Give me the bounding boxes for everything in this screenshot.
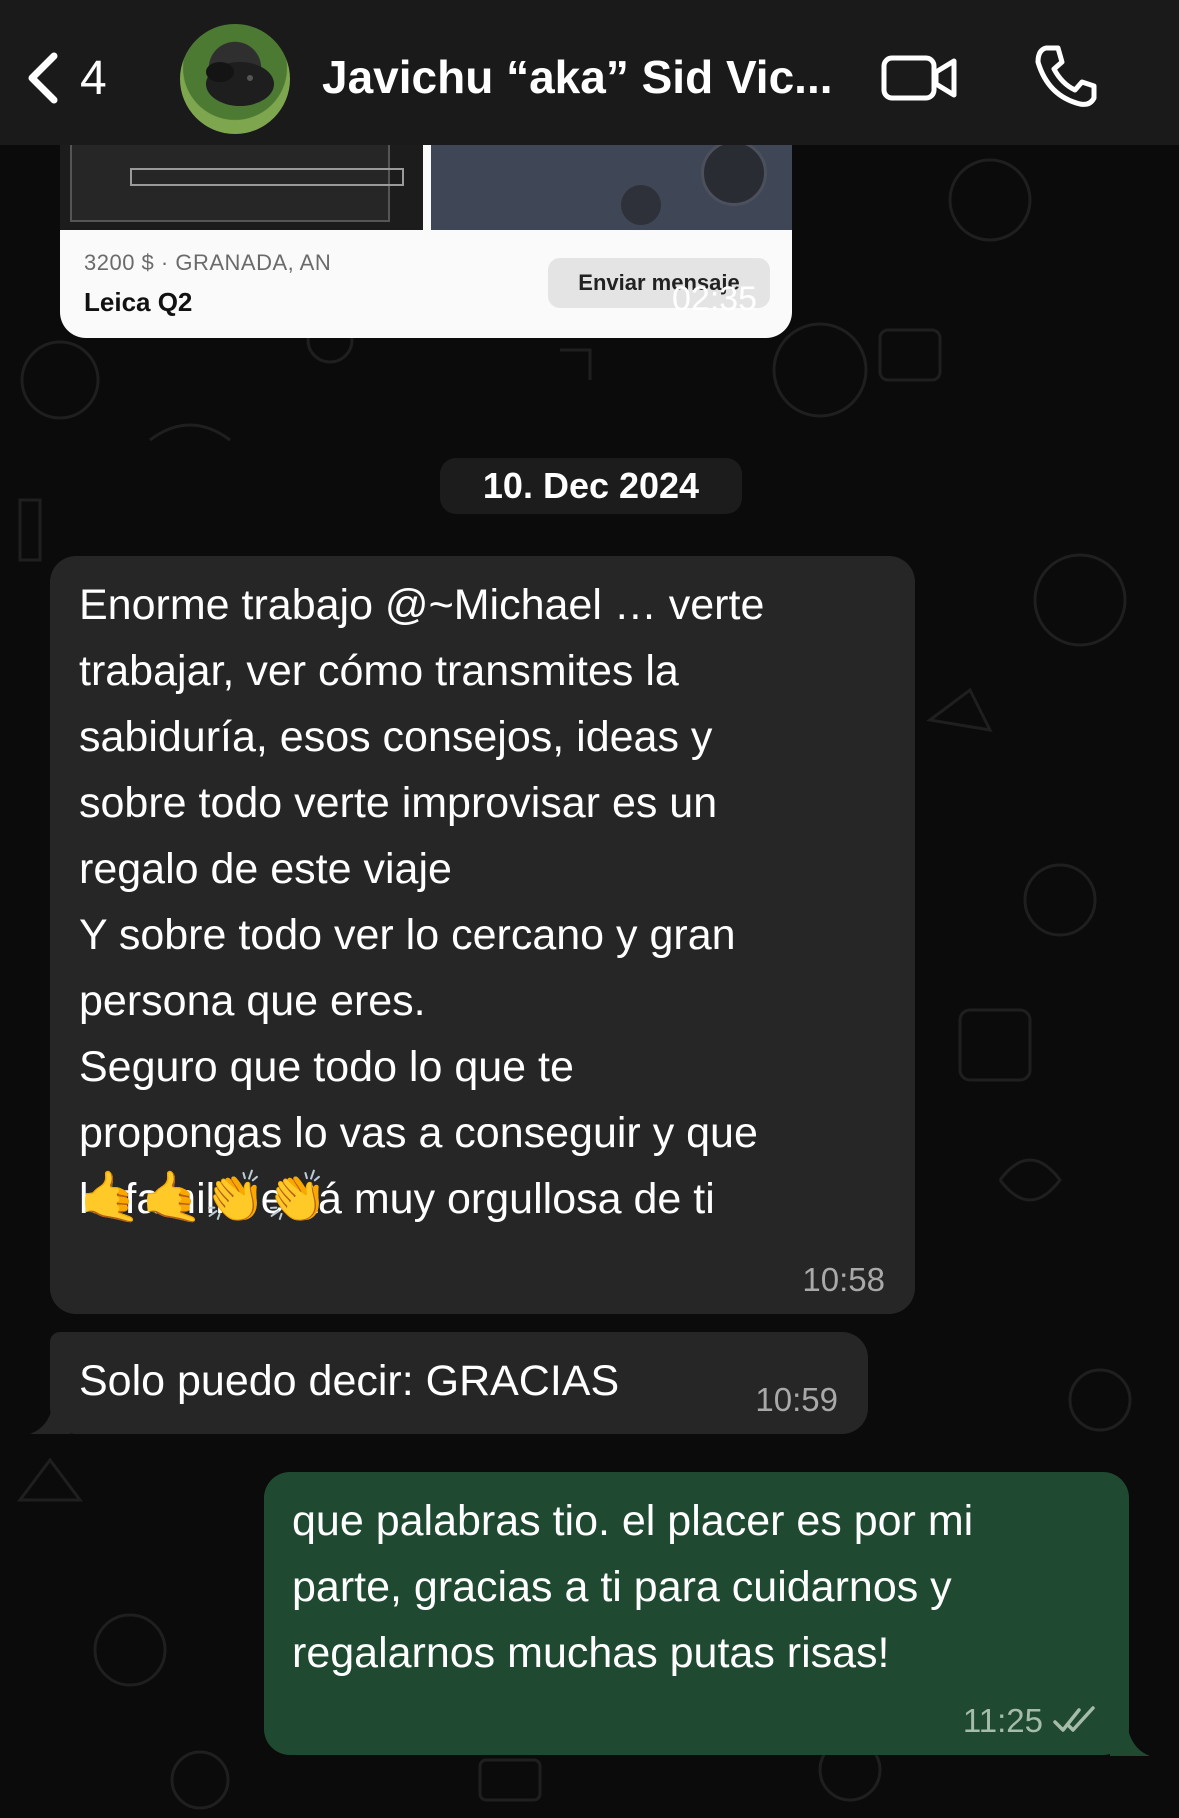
avatar[interactable] — [180, 24, 290, 134]
incoming-message[interactable]: Solo puedo decir: GRACIAS 10:59 — [50, 1332, 868, 1434]
chevron-left-icon — [28, 52, 58, 104]
product-price-location: 3200 $ · GRANADA, AN — [84, 250, 332, 275]
unread-count: 4 — [80, 51, 107, 105]
chat-header: 4 Javichu “aka” Sid Vic... — [0, 0, 1179, 145]
bubble-tail — [1110, 1716, 1150, 1756]
product-title: Leica Q2 — [84, 287, 193, 317]
dog-photo — [206, 62, 274, 106]
video-camera-icon — [881, 55, 957, 101]
back-button[interactable]: 4 — [22, 48, 142, 108]
date-separator: 10. Dec 2024 — [440, 458, 742, 514]
voice-call-button[interactable] — [1030, 42, 1100, 112]
message-text: Solo puedo decir: GRACIAS — [79, 1357, 620, 1405]
video-call-button[interactable] — [880, 48, 960, 108]
contact-name[interactable]: Javichu “aka” Sid Vic... — [322, 50, 852, 104]
message-text: Enorme trabajo @~Michael … verte trabaja… — [79, 581, 765, 1223]
message-time: 10:58 — [802, 1261, 885, 1298]
message-time: 11:25 — [962, 1702, 1043, 1739]
message-text: que palabras tio. el placer es por mi pa… — [292, 1497, 974, 1677]
phone-icon — [1035, 45, 1097, 107]
outgoing-message[interactable]: que palabras tio. el placer es por mi pa… — [264, 1472, 1129, 1755]
message-time: 02:35 — [672, 280, 758, 318]
bubble-tail — [30, 1396, 70, 1434]
double-check-icon — [1053, 1706, 1095, 1732]
message-time: 10:59 — [755, 1381, 838, 1418]
incoming-message[interactable]: Enorme trabajo @~Michael … verte trabaja… — [50, 556, 915, 1314]
emoji-row: 🤙🤙👏👏 — [79, 1169, 329, 1225]
